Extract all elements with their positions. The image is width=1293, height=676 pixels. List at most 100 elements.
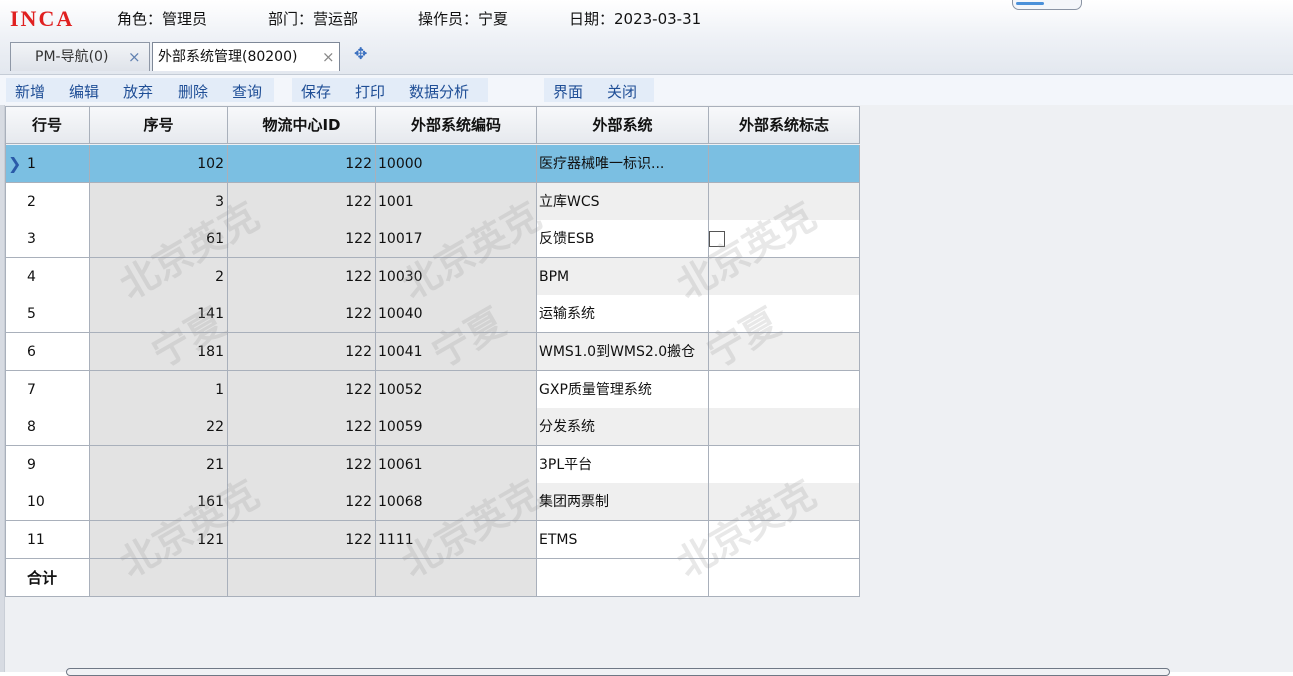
cell-seq[interactable]: 22 <box>90 408 228 447</box>
print-button[interactable]: 打印 <box>355 81 385 102</box>
cell-system-name[interactable]: BPM <box>537 257 709 296</box>
cell-seq[interactable]: 21 <box>90 445 228 484</box>
cell-center-id[interactable]: 122 <box>228 521 376 559</box>
cell-system-name[interactable]: WMS1.0到WMS2.0搬仓 <box>537 333 709 371</box>
cell-center-id[interactable]: 122 <box>228 445 376 484</box>
cell-system-code[interactable]: 10052 <box>376 370 537 409</box>
column-header-system-flag[interactable]: 外部系统标志 <box>709 106 860 144</box>
cell-system-code[interactable]: 10017 <box>376 220 537 259</box>
close-icon[interactable]: × <box>128 43 141 72</box>
total-cell <box>709 559 860 597</box>
cell-center-id[interactable]: 122 <box>228 220 376 259</box>
cell-system-name[interactable]: 分发系统 <box>537 408 709 447</box>
column-header-center-id[interactable]: 物流中心ID <box>228 106 376 144</box>
cell-row-no[interactable]: 2 <box>5 182 90 221</box>
total-label: 合计 <box>5 559 90 597</box>
cell-seq[interactable]: 1 <box>90 370 228 409</box>
cell-system-code[interactable]: 10059 <box>376 408 537 447</box>
total-cell <box>228 559 376 597</box>
cell-system-code[interactable]: 10061 <box>376 445 537 484</box>
app-logo: INCA <box>10 6 75 31</box>
save-button[interactable]: 保存 <box>301 81 331 102</box>
cell-row-no[interactable]: 5 <box>5 295 90 334</box>
cell-system-flag[interactable] <box>709 257 860 296</box>
add-tab-icon[interactable]: ✥ <box>354 44 367 63</box>
close-icon[interactable]: × <box>322 43 335 72</box>
cell-system-name[interactable]: 反馈ESB <box>537 220 709 259</box>
cell-row-no[interactable]: 8 <box>5 408 90 447</box>
cell-system-code[interactable]: 10040 <box>376 295 537 334</box>
cell-system-name[interactable]: 医疗器械唯一标识... <box>537 145 709 183</box>
cell-center-id[interactable]: 122 <box>228 257 376 296</box>
close-button[interactable]: 关闭 <box>607 81 637 102</box>
cell-center-id[interactable]: 122 <box>228 333 376 371</box>
cell-seq[interactable]: 61 <box>90 220 228 259</box>
cell-seq[interactable]: 3 <box>90 182 228 221</box>
interface-button[interactable]: 界面 <box>553 81 583 102</box>
cell-row-no[interactable]: 3 <box>5 220 90 259</box>
cell-seq[interactable]: 161 <box>90 483 228 522</box>
cell-system-code[interactable]: 1001 <box>376 182 537 221</box>
data-analysis-button[interactable]: 数据分析 <box>409 81 469 102</box>
horizontal-scrollbar[interactable] <box>66 668 1170 676</box>
column-header-system-code[interactable]: 外部系统编码 <box>376 106 537 144</box>
cell-system-name[interactable]: GXP质量管理系统 <box>537 370 709 409</box>
tab-bar: PM-导航(0) × 外部系统管理(80200) × <box>0 38 1293 75</box>
tab-pm-nav[interactable]: PM-导航(0) × <box>10 42 150 71</box>
cell-system-name[interactable]: 运输系统 <box>537 295 709 334</box>
cell-seq[interactable]: 121 <box>90 521 228 559</box>
cell-row-no[interactable]: 10 <box>5 483 90 522</box>
role-label: 角色：管理员 <box>117 10 208 28</box>
cell-row-no[interactable]: 11 <box>5 521 90 559</box>
delete-button[interactable]: 删除 <box>178 81 208 102</box>
cell-seq[interactable]: 2 <box>90 257 228 296</box>
cell-system-name[interactable]: 集团两票制 <box>537 483 709 522</box>
cell-system-name[interactable]: 立库WCS <box>537 182 709 221</box>
cell-center-id[interactable]: 122 <box>228 182 376 221</box>
column-header-seq[interactable]: 序号 <box>90 106 228 144</box>
cell-system-code[interactable]: 1111 <box>376 521 537 559</box>
discard-button[interactable]: 放弃 <box>123 81 153 102</box>
cell-system-flag[interactable] <box>709 295 860 334</box>
system-flag-checkbox[interactable] <box>709 231 725 247</box>
cell-system-flag[interactable] <box>709 521 860 559</box>
cell-system-flag[interactable] <box>709 445 860 484</box>
date-label: 日期：2023-03-31 <box>569 10 702 28</box>
cell-system-name[interactable]: 3PL平台 <box>537 445 709 484</box>
cell-seq[interactable]: 102 <box>90 145 228 183</box>
cell-row-no[interactable]: 4 <box>5 257 90 296</box>
column-header-system[interactable]: 外部系统 <box>537 106 709 144</box>
cell-seq[interactable]: 181 <box>90 333 228 371</box>
cell-center-id[interactable]: 122 <box>228 370 376 409</box>
cell-center-id[interactable]: 122 <box>228 145 376 183</box>
cell-row-no[interactable]: 9 <box>5 445 90 484</box>
cell-center-id[interactable]: 122 <box>228 483 376 522</box>
cell-system-flag[interactable] <box>709 145 860 183</box>
cell-seq[interactable]: 141 <box>90 295 228 334</box>
query-button[interactable]: 查询 <box>232 81 262 102</box>
cell-system-flag[interactable] <box>709 408 860 447</box>
cell-system-code[interactable]: 10000 <box>376 145 537 183</box>
operator-label: 操作员：宁夏 <box>418 10 509 28</box>
tab-external-system[interactable]: 外部系统管理(80200) × <box>152 42 340 71</box>
cell-system-flag[interactable] <box>709 220 860 259</box>
row-pointer-icon: ❯ <box>8 154 22 173</box>
cell-center-id[interactable]: 122 <box>228 408 376 447</box>
cell-row-no[interactable]: 7 <box>5 370 90 409</box>
dept-label: 部门：营运部 <box>268 10 359 28</box>
cell-system-name[interactable]: ETMS <box>537 521 709 559</box>
edit-button[interactable]: 编辑 <box>69 81 99 102</box>
cell-system-code[interactable]: 10068 <box>376 483 537 522</box>
column-header-row-no[interactable]: 行号 <box>5 106 90 144</box>
cell-row-no[interactable]: 6 <box>5 333 90 371</box>
top-toggle-button[interactable] <box>1012 0 1082 10</box>
total-cell <box>376 559 537 597</box>
cell-center-id[interactable]: 122 <box>228 295 376 334</box>
cell-system-flag[interactable] <box>709 483 860 522</box>
cell-system-flag[interactable] <box>709 370 860 409</box>
new-button[interactable]: 新增 <box>15 81 45 102</box>
cell-system-code[interactable]: 10030 <box>376 257 537 296</box>
cell-system-flag[interactable] <box>709 182 860 221</box>
cell-system-flag[interactable] <box>709 333 860 371</box>
cell-system-code[interactable]: 10041 <box>376 333 537 371</box>
